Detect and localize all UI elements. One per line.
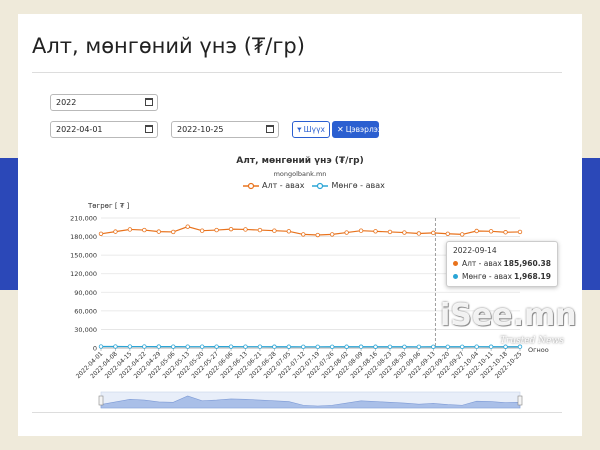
data-point[interactable] <box>185 224 190 229</box>
data-point[interactable] <box>156 229 161 234</box>
data-point[interactable] <box>243 344 248 349</box>
data-point[interactable] <box>445 231 450 236</box>
data-point[interactable] <box>113 344 118 349</box>
data-point[interactable] <box>358 228 364 233</box>
silver-dot-icon <box>453 274 458 279</box>
data-point[interactable] <box>272 344 277 349</box>
data-point[interactable] <box>113 229 118 234</box>
watermark-logo: iSee.mn <box>440 298 577 333</box>
y-tick-label: 150,000 <box>70 252 97 260</box>
data-point[interactable] <box>257 344 263 349</box>
data-point[interactable] <box>185 344 190 349</box>
data-point[interactable] <box>257 227 263 233</box>
data-point[interactable] <box>228 226 234 232</box>
data-point[interactable] <box>127 227 133 232</box>
data-point[interactable] <box>431 230 436 236</box>
y-tick-label: 60,000 <box>74 307 97 315</box>
data-point[interactable] <box>156 344 161 349</box>
data-point[interactable] <box>402 344 407 349</box>
data-point[interactable] <box>199 228 205 233</box>
data-point[interactable] <box>315 344 320 349</box>
navigator-handle-right[interactable] <box>517 395 523 406</box>
data-point[interactable] <box>315 232 320 238</box>
data-point[interactable] <box>98 231 104 236</box>
data-point[interactable] <box>228 344 234 349</box>
series-line-gold <box>100 226 521 236</box>
watermark-tagline: Trusted News <box>500 336 564 346</box>
data-point[interactable] <box>127 344 133 349</box>
data-point[interactable] <box>474 344 479 349</box>
tooltip-row-gold: Алт - авах 185,960.38 <box>453 259 551 268</box>
tooltip-silver-value: 1,968.19 <box>513 272 551 281</box>
data-point[interactable] <box>373 229 378 234</box>
x-axis-label: Огноо <box>528 346 549 354</box>
y-tick-label: 210,000 <box>70 215 97 223</box>
data-point[interactable] <box>474 228 479 234</box>
data-point[interactable] <box>243 227 248 232</box>
data-point[interactable] <box>329 232 335 237</box>
data-point[interactable] <box>431 344 436 349</box>
data-point[interactable] <box>214 344 219 349</box>
y-tick-label: 30,000 <box>74 326 97 334</box>
data-point[interactable] <box>387 344 393 349</box>
data-point[interactable] <box>358 344 364 349</box>
data-point[interactable] <box>142 227 147 233</box>
data-point[interactable] <box>460 232 465 237</box>
data-point[interactable] <box>301 344 306 349</box>
tooltip-gold-value: 185,960.38 <box>503 259 551 268</box>
data-point[interactable] <box>286 229 292 234</box>
data-point[interactable] <box>416 231 422 236</box>
tooltip-silver-label: Мөнгө - авах <box>462 272 513 281</box>
data-point[interactable] <box>387 229 393 235</box>
data-point[interactable] <box>214 227 219 233</box>
data-point[interactable] <box>171 344 176 349</box>
data-point[interactable] <box>517 229 523 235</box>
data-point[interactable] <box>301 232 306 237</box>
y-tick-label: 120,000 <box>70 270 97 278</box>
y-tick-label: 0 <box>93 345 97 353</box>
data-point[interactable] <box>503 230 508 235</box>
navigator-handle-left[interactable] <box>98 395 104 406</box>
data-point[interactable] <box>272 228 277 233</box>
data-point[interactable] <box>416 344 422 349</box>
bottom-divider <box>32 412 562 413</box>
y-tick-label: 90,000 <box>74 289 97 297</box>
data-point[interactable] <box>199 344 205 349</box>
data-point[interactable] <box>488 344 494 349</box>
gold-dot-icon <box>453 261 458 266</box>
data-point[interactable] <box>344 230 349 235</box>
data-point[interactable] <box>402 230 407 235</box>
price-chart[interactable]: 0 30,000 60,000 90,000 120,000 150,000 180,000… <box>0 0 600 450</box>
data-point[interactable] <box>344 344 349 349</box>
data-point[interactable] <box>373 344 378 349</box>
data-point[interactable] <box>171 229 176 235</box>
data-point[interactable] <box>488 229 494 234</box>
chart-tooltip: 2022-09-14 Алт - авах 185,960.38 Мөнгө -… <box>446 241 558 287</box>
tooltip-date: 2022-09-14 <box>453 246 497 255</box>
data-point[interactable] <box>329 344 335 349</box>
data-point[interactable] <box>445 344 450 349</box>
data-point[interactable] <box>286 344 292 349</box>
data-point[interactable] <box>460 344 465 349</box>
data-point[interactable] <box>142 344 147 349</box>
tooltip-row-silver: Мөнгө - авах 1,968.19 <box>453 272 551 281</box>
tooltip-gold-label: Алт - авах <box>462 259 502 268</box>
data-point[interactable] <box>98 344 104 349</box>
y-tick-label: 180,000 <box>70 233 97 241</box>
